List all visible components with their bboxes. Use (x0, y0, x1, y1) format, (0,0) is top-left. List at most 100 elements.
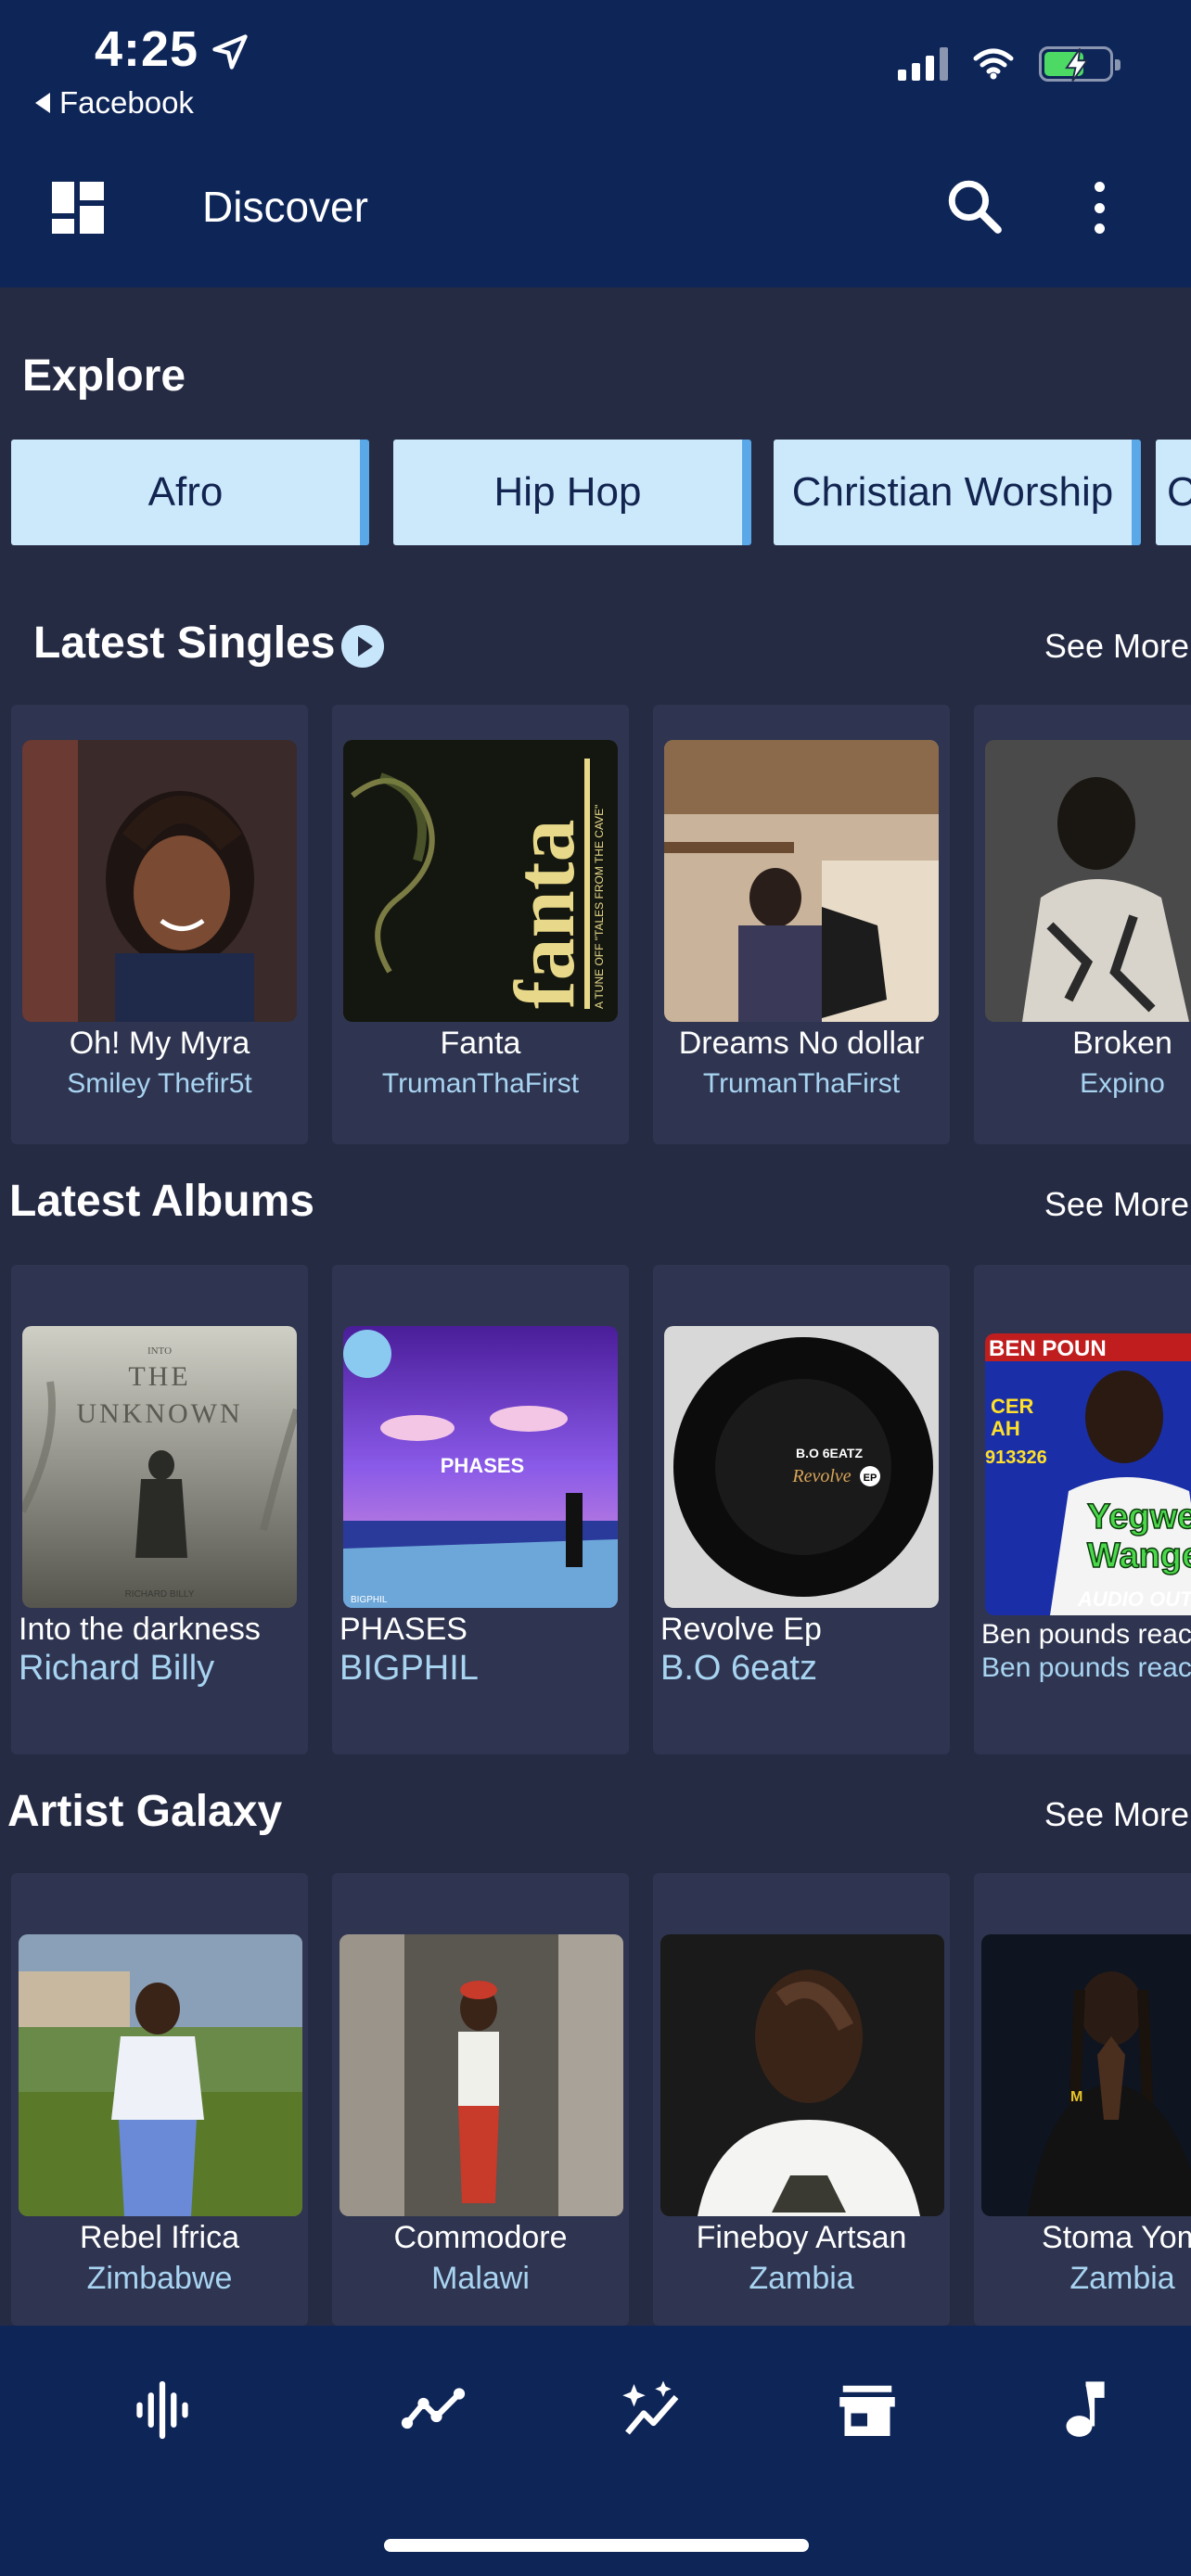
single-card[interactable]: Dreams No dollar TrumanThaFirst (653, 705, 950, 1144)
artist-photo: M (981, 1934, 1191, 2216)
artist-name: Stoma Yom (1042, 2220, 1191, 2255)
artist-name: Commodore (393, 2220, 568, 2255)
back-to-app-link[interactable]: Facebook (35, 85, 194, 121)
single-title: Dreams No dollar (678, 1026, 925, 1061)
album-artist: B.O 6eatz (660, 1649, 817, 1688)
svg-text:THE: THE (128, 1361, 190, 1392)
svg-text:RICHARD BILLY: RICHARD BILLY (125, 1589, 195, 1600)
svg-text:B.O 6EATZ: B.O 6EATZ (796, 1446, 864, 1460)
sparkle-icon[interactable] (618, 2378, 683, 2442)
status-icons (898, 46, 1121, 82)
single-title: Oh! My Myra (69, 1026, 250, 1061)
single-card[interactable]: Oh! My Myra Smiley Thefir5t (11, 705, 308, 1144)
album-title: PHASES (339, 1612, 467, 1647)
album-title: Into the darkness (19, 1612, 261, 1647)
artist-country: Zambia (749, 2261, 854, 2296)
artist-photo (19, 1934, 302, 2216)
album-card[interactable]: B.O 6EATZ Revolve EP Revolve Ep B.O 6eat… (653, 1265, 950, 1754)
artist-country: Malawi (431, 2261, 530, 2296)
svg-text:BIGPHIL: BIGPHIL (351, 1595, 388, 1605)
fanta-cover-text: fanta (497, 820, 592, 1009)
single-title: Broken (1072, 1026, 1172, 1061)
single-cover-art (22, 740, 297, 1022)
album-cover-art: INTO THE UNKNOWN RICHARD BILLY (22, 1326, 297, 1608)
album-artist: BIGPHIL (339, 1649, 479, 1688)
svg-text:CER: CER (991, 1395, 1034, 1418)
svg-text:913326: 913326 (985, 1447, 1047, 1468)
singles-see-more-link[interactable]: See More (1044, 627, 1189, 666)
location-arrow-icon (212, 34, 248, 70)
latest-singles-title: Latest Singles (33, 618, 336, 668)
single-title: Fanta (440, 1026, 521, 1061)
album-title: Ben pounds reac (981, 1619, 1191, 1650)
svg-text:Wange: Wange (1087, 1537, 1191, 1575)
album-cover-art: PHASES BIGPHIL (343, 1326, 618, 1608)
play-singles-icon[interactable] (341, 625, 384, 668)
album-card[interactable]: BEN POUN CER AH 913326 Yegwe Wange AUDIO… (974, 1265, 1191, 1754)
genre-chip-christian-worship[interactable]: Christian Worship (774, 440, 1141, 545)
artist-card[interactable]: M Stoma Yom Zambia (974, 1873, 1191, 2326)
album-cover-art: B.O 6EATZ Revolve EP (664, 1326, 939, 1608)
home-indicator[interactable] (384, 2539, 809, 2552)
artist-name: Rebel Ifrica (80, 2220, 239, 2255)
single-artist: TrumanThaFirst (702, 1068, 901, 1099)
album-title: Revolve Ep (660, 1612, 822, 1647)
music-note-icon[interactable] (1050, 2378, 1115, 2442)
app-header: 4:25 Facebook Discover (0, 0, 1191, 287)
artist-card[interactable]: Fineboy Artsan Zambia (653, 1873, 950, 2326)
back-triangle-icon (35, 93, 50, 113)
latest-albums-title: Latest Albums (9, 1177, 314, 1226)
svg-text:BEN POUN: BEN POUN (989, 1336, 1107, 1361)
genre-chip-partial[interactable]: C (1156, 440, 1191, 545)
single-cover-art (664, 740, 939, 1022)
search-icon[interactable] (944, 176, 1005, 237)
single-artist: Smiley Thefir5t (67, 1068, 252, 1099)
svg-text:AUDIO OUT: AUDIO OUT (1077, 1588, 1191, 1611)
albums-see-more-link[interactable]: See More (1044, 1185, 1189, 1224)
artist-card[interactable]: Rebel Ifrica Zimbabwe (11, 1873, 308, 2326)
artist-country: Zambia (1069, 2261, 1175, 2296)
svg-text:PHASES: PHASES (441, 1454, 524, 1477)
explore-title: Explore (22, 351, 186, 401)
dashboard-grid-icon[interactable] (52, 182, 104, 234)
singles-row: Oh! My Myra Smiley Thefir5t fanta A TUNE… (0, 705, 1191, 1144)
genre-chip-row: Afro Hip Hop Christian Worship C (11, 440, 1191, 545)
genre-chip-hip-hop[interactable]: Hip Hop (393, 440, 751, 545)
svg-text:A TUNE OFF "TALES FROM THE CAV: A TUNE OFF "TALES FROM THE CAVE" (593, 805, 606, 1009)
svg-text:Revolve: Revolve (791, 1466, 851, 1486)
waveform-icon[interactable] (130, 2378, 195, 2442)
artist-card[interactable]: Commodore Malawi (332, 1873, 629, 2326)
artist-photo (339, 1934, 623, 2216)
more-options-icon[interactable] (1087, 182, 1111, 234)
trending-icon[interactable] (401, 2378, 466, 2442)
artist-photo (660, 1934, 944, 2216)
single-card[interactable]: fanta A TUNE OFF "TALES FROM THE CAVE" F… (332, 705, 629, 1144)
svg-text:Yegwe: Yegwe (1087, 1498, 1191, 1537)
status-time: 4:25 (95, 21, 199, 77)
single-card[interactable]: Broken Expino (974, 705, 1191, 1144)
albums-row: INTO THE UNKNOWN RICHARD BILLY Into the … (0, 1265, 1191, 1754)
svg-text:M: M (1070, 2089, 1082, 2105)
genre-chip-afro[interactable]: Afro (11, 440, 369, 545)
artists-see-more-link[interactable]: See More (1044, 1795, 1189, 1834)
back-app-label: Facebook (59, 85, 194, 120)
svg-text:EP: EP (864, 1473, 877, 1484)
artists-row: Rebel Ifrica Zimbabwe Commodore Malawi F… (0, 1873, 1191, 2326)
album-card[interactable]: PHASES BIGPHIL PHASES BIGPHIL (332, 1265, 629, 1754)
single-cover-art (985, 740, 1191, 1022)
single-artist: TrumanThaFirst (381, 1068, 580, 1099)
page-title: Discover (202, 183, 368, 231)
store-icon[interactable] (835, 2378, 900, 2442)
album-artist: Ben pounds reac (981, 1652, 1191, 1683)
single-artist: Expino (1080, 1068, 1165, 1099)
single-cover-art: fanta A TUNE OFF "TALES FROM THE CAVE" (343, 740, 618, 1022)
artist-name: Fineboy Artsan (696, 2220, 907, 2255)
cellular-signal-icon (898, 47, 948, 81)
album-card[interactable]: INTO THE UNKNOWN RICHARD BILLY Into the … (11, 1265, 308, 1754)
svg-text:INTO: INTO (147, 1345, 172, 1357)
battery-charging-icon (1039, 46, 1121, 82)
album-cover-art: BEN POUN CER AH 913326 Yegwe Wange AUDIO… (985, 1333, 1191, 1615)
album-artist: Richard Billy (19, 1649, 215, 1688)
wifi-icon (973, 48, 1014, 80)
svg-text:AH: AH (991, 1417, 1020, 1440)
